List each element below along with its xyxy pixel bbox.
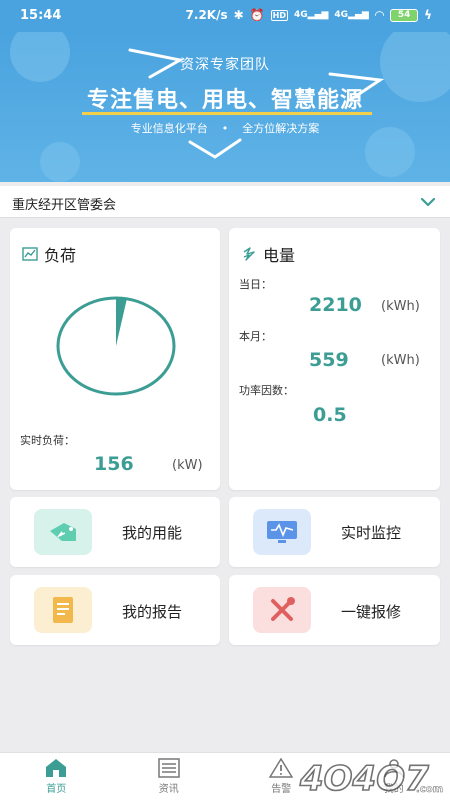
realtime-load-label: 实时负荷： <box>20 434 75 447</box>
org-name: 重庆经开区管委会 <box>12 198 117 213</box>
signal-4g-icon: 4G▂▄▆ <box>294 10 329 20</box>
bluetooth-icon: ✱ <box>233 8 244 22</box>
realtime-monitor-button[interactable]: 实时监控 <box>229 497 440 567</box>
my-reports-label: 我的报告 <box>122 603 183 621</box>
net-speed: 7.2K/s <box>185 8 228 22</box>
energy-card[interactable]: 电量 当日： 2210 (kWh) 本月： 559 (kWh) 功率因数： 0.… <box>229 228 440 490</box>
news-icon <box>158 758 180 778</box>
load-title-label: 负荷 <box>44 246 77 265</box>
signal-4g-icon: 4G▂▄▆ <box>334 10 369 20</box>
load-gauge-wedge <box>116 298 127 346</box>
power-factor-label: 功率因数： <box>239 384 294 397</box>
tools-icon <box>253 587 311 633</box>
month-value: 559 <box>309 349 349 371</box>
status-icons: 7.2K/s ✱ ⏰ HD 4G▂▄▆ 4G▂▄▆ ◠ 54 ϟ <box>186 8 432 22</box>
today-unit: (kWh) <box>381 299 420 314</box>
today-value: 2210 <box>309 294 362 316</box>
status-time: 15:44 <box>20 8 62 23</box>
one-click-repair-button[interactable]: 一键报修 <box>229 575 440 645</box>
my-energy-label: 我的用能 <box>122 524 183 542</box>
load-card-title: 负荷 <box>22 242 76 266</box>
banner-dot: • <box>221 122 229 135</box>
hd-icon: HD <box>270 9 288 21</box>
today-label: 当日： <box>239 278 272 291</box>
report-icon <box>34 587 92 633</box>
realtime-monitor-label: 实时监控 <box>341 524 402 542</box>
realtime-load-value: 156 <box>94 453 134 475</box>
banner-underline <box>82 112 372 115</box>
power-factor-value: 0.5 <box>313 404 347 426</box>
nav-news[interactable]: 资讯 <box>113 753 226 800</box>
nav-home[interactable]: 首页 <box>0 753 113 800</box>
chart-icon <box>22 247 38 261</box>
energy-title-label: 电量 <box>263 246 296 265</box>
banner-line-3-left: 专业信息化平台 <box>130 122 208 135</box>
one-click-repair-label: 一键报修 <box>341 603 402 621</box>
banner-line-1: 资深专家团队 <box>180 57 270 73</box>
nav-home-label: 首页 <box>46 784 67 795</box>
charging-icon: ϟ <box>424 8 432 22</box>
energy-card-title: 电量 <box>241 242 295 266</box>
alert-icon <box>269 758 294 778</box>
nav-news-label: 资讯 <box>158 784 179 795</box>
status-bar: 15:44 7.2K/s ✱ ⏰ HD 4G▂▄▆ 4G▂▄▆ ◠ 54 ϟ <box>0 0 450 32</box>
nav-alerts-label: 告警 <box>271 784 292 795</box>
banner-line-2: 专注售电、用电、智慧能源 <box>86 88 363 113</box>
svg-text:.com: .com <box>416 784 443 795</box>
load-gauge <box>56 296 176 396</box>
month-label: 本月： <box>239 330 272 343</box>
promo-banner[interactable]: 资深专家团队 专注售电、用电、智慧能源 专业信息化平台 • 全方位解决方案 <box>0 32 450 182</box>
home-icon <box>46 759 67 777</box>
banner-line-3: 专业信息化平台 • 全方位解决方案 <box>0 120 450 136</box>
realtime-load-unit: (kW) <box>172 458 203 473</box>
month-unit: (kWh) <box>381 353 420 368</box>
battery-icon: 54 <box>390 8 419 22</box>
watermark-logo: 4O4O7 .com <box>298 758 443 798</box>
svg-text:4O4O7: 4O4O7 <box>299 759 429 798</box>
my-reports-button[interactable]: 我的报告 <box>10 575 220 645</box>
chevron-down-icon[interactable] <box>418 192 438 212</box>
my-energy-button[interactable]: 我的用能 <box>10 497 220 567</box>
banner-line-3-right: 全方位解决方案 <box>242 122 320 135</box>
org-selector[interactable]: 重庆经开区管委会 <box>0 186 450 218</box>
monitor-icon <box>253 509 311 555</box>
wifi-icon: ◠ <box>374 8 385 22</box>
load-card[interactable]: 负荷 实时负荷： 156 (kW) <box>10 228 220 490</box>
alarm-icon: ⏰ <box>249 8 265 22</box>
lightning-icon <box>243 247 255 261</box>
energy-tag-icon <box>34 509 92 555</box>
